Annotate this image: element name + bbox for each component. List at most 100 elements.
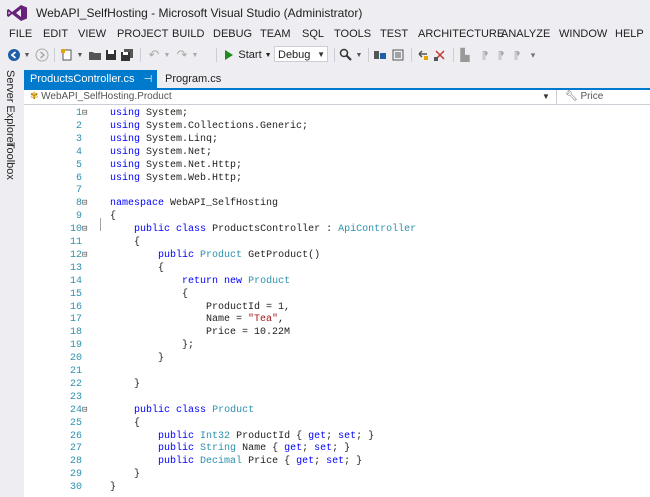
redo-dropdown-icon[interactable]: ▼	[190, 47, 200, 63]
bookmark-previous-icon[interactable]: ⁋	[478, 47, 492, 63]
code-line[interactable]: {	[110, 418, 140, 429]
code-line[interactable]: {	[110, 237, 140, 248]
menu-bar: FILE EDIT VIEW PROJECT BUILD DEBUG TEAM …	[0, 26, 650, 44]
code-line[interactable]: public Decimal Price { get; set; }	[110, 456, 362, 467]
new-project-icon[interactable]	[59, 47, 75, 63]
code-line[interactable]: {	[110, 263, 164, 274]
code-line[interactable]: using System.Linq;	[110, 134, 218, 145]
collapse-icon[interactable]: ⊟	[82, 250, 92, 260]
code-line[interactable]: ProductId = 1,	[110, 302, 290, 313]
back-dropdown-icon[interactable]: ▼	[22, 47, 32, 63]
find-dropdown-icon[interactable]: ▼	[354, 47, 364, 63]
code-line[interactable]: public class Product	[110, 405, 254, 416]
forward-icon[interactable]	[34, 47, 50, 63]
outline-guide	[100, 218, 101, 231]
code-line[interactable]: {	[110, 289, 188, 300]
line-number: 18	[69, 327, 82, 339]
server-explorer-tab[interactable]: Server Explorer	[4, 70, 16, 146]
menu-view[interactable]: VIEW	[78, 28, 106, 40]
code-line[interactable]: using System.Net.Http;	[110, 160, 242, 171]
code-line[interactable]: }	[110, 469, 140, 480]
line-number: 24	[69, 404, 82, 416]
menu-team[interactable]: TEAM	[260, 28, 291, 40]
menu-help[interactable]: HELP	[615, 28, 644, 40]
code-line[interactable]: }	[110, 353, 164, 364]
tab-label: ProductsController.cs	[30, 73, 135, 85]
new-project-dropdown-icon[interactable]: ▼	[75, 47, 85, 63]
line-number: 19	[69, 340, 82, 352]
toolbox-tab[interactable]: Toolbox	[4, 142, 16, 180]
menu-debug[interactable]: DEBUG	[213, 28, 252, 40]
class-icon: ✾	[30, 91, 39, 102]
undo-dropdown-icon[interactable]: ▼	[162, 47, 172, 63]
code-line[interactable]: using System.Web.Http;	[110, 173, 242, 184]
menu-window[interactable]: WINDOW	[559, 28, 607, 40]
menu-test[interactable]: TEST	[380, 28, 408, 40]
tab-program[interactable]: Program.cs	[159, 70, 229, 88]
line-number: 13	[69, 262, 82, 274]
bookmark-next-icon[interactable]: ⁋	[494, 47, 508, 63]
code-line[interactable]: public String Name { get; set; }	[110, 443, 350, 454]
navigate-forward-icon[interactable]	[432, 47, 448, 63]
line-number: 11	[69, 237, 82, 248]
collapse-icon[interactable]: ⊟	[82, 198, 92, 208]
code-editor[interactable]: 1 ⊟ using System; 2 using System.Collections…	[24, 105, 650, 497]
menu-tools[interactable]: TOOLS	[334, 28, 371, 40]
code-line[interactable]: using System.Net;	[110, 147, 212, 158]
tab-products-controller[interactable]: ProductsController.cs ⊣ ✕	[24, 70, 170, 88]
save-icon[interactable]	[103, 47, 119, 63]
solution-explorer-icon[interactable]	[372, 47, 388, 63]
type-navigation-value: WebAPI_SelfHosting.Product	[41, 91, 172, 102]
line-number: 3	[75, 133, 82, 145]
back-icon[interactable]	[6, 47, 22, 63]
save-all-icon[interactable]	[119, 47, 135, 63]
toolbar-separator	[54, 48, 55, 62]
bookmark-folder-icon[interactable]: ⁋	[510, 47, 524, 63]
menu-project[interactable]: PROJECT	[117, 28, 168, 40]
menu-edit[interactable]: EDIT	[43, 28, 68, 40]
redo-icon[interactable]: ↷	[174, 47, 190, 63]
collapse-icon[interactable]: ⊟	[82, 405, 92, 415]
code-line[interactable]: namespace WebAPI_SelfHosting	[110, 198, 278, 209]
navigate-backward-icon[interactable]	[415, 47, 431, 63]
line-number: 16	[69, 301, 82, 313]
line-number: 29	[69, 469, 82, 481]
toolbar-overflow-icon[interactable]: ▾	[528, 47, 538, 63]
code-line[interactable]: public class ProductsController : ApiCon…	[110, 224, 416, 235]
code-line[interactable]: using System;	[110, 108, 188, 119]
menu-architecture[interactable]: ARCHITECTURE	[418, 28, 504, 40]
code-line[interactable]: return new Product	[110, 276, 290, 287]
solution-configuration-value: Debug	[278, 49, 311, 61]
member-navigation-dropdown[interactable]: 🔧︎ Price	[556, 90, 650, 104]
code-line[interactable]: Price = 10.22M	[110, 327, 290, 338]
pin-icon[interactable]: ⊣	[144, 74, 153, 85]
menu-file[interactable]: FILE	[9, 28, 32, 40]
type-navigation-dropdown[interactable]: ✾ WebAPI_SelfHosting.Product	[30, 90, 172, 104]
solution-configuration-select[interactable]: Debug ▼	[274, 46, 328, 62]
code-line[interactable]: {	[110, 211, 116, 222]
collapse-icon[interactable]: ⊟	[82, 224, 92, 234]
code-line[interactable]: };	[110, 340, 194, 351]
code-line[interactable]: public Product GetProduct()	[110, 250, 320, 261]
menu-sql[interactable]: SQL	[302, 28, 324, 40]
menu-analyze[interactable]: ANALYZE	[501, 28, 550, 40]
properties-window-icon[interactable]	[390, 47, 406, 63]
code-line[interactable]: Name = "Tea",	[110, 314, 284, 325]
find-in-files-icon[interactable]	[338, 47, 354, 63]
open-file-icon[interactable]	[87, 47, 103, 63]
code-line[interactable]: }	[110, 379, 140, 390]
start-debugging-button[interactable]: Start ▼	[224, 47, 272, 63]
chevron-down-icon[interactable]: ▼	[542, 90, 550, 104]
code-line[interactable]: using System.Collections.Generic;	[110, 121, 308, 132]
code-line[interactable]: public Int32 ProductId { get; set; }	[110, 431, 374, 442]
menu-build[interactable]: BUILD	[172, 28, 204, 40]
collapse-icon[interactable]: ⊟	[82, 108, 92, 118]
line-number: 14	[69, 275, 82, 287]
line-number: 25	[69, 417, 82, 429]
undo-icon[interactable]: ↶	[146, 47, 162, 63]
member-navigation-value: Price	[580, 91, 604, 102]
code-line[interactable]: }	[110, 482, 116, 493]
toolbar-separator	[216, 48, 217, 62]
bookmark-icon[interactable]: ▙	[458, 47, 472, 63]
line-number: 23	[69, 391, 82, 403]
